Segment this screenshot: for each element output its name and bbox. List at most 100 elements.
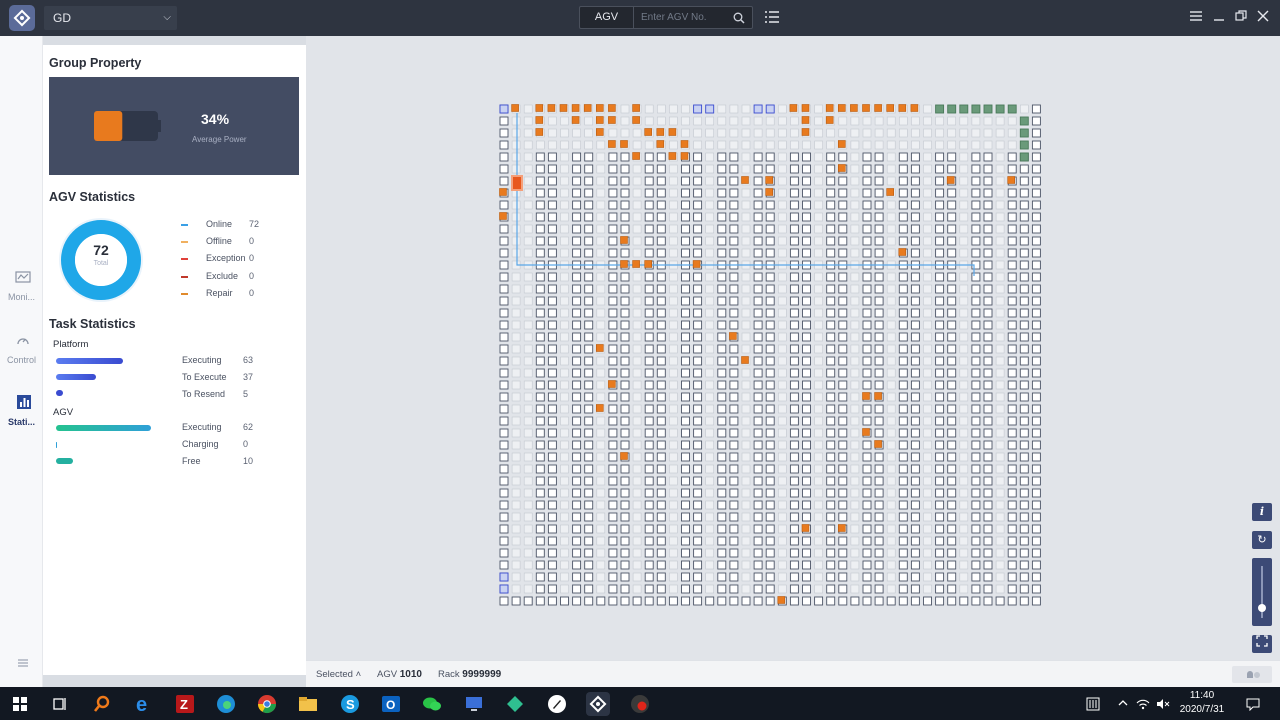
- charger-slot: [983, 104, 993, 114]
- task-value: 37: [243, 372, 254, 382]
- group-select[interactable]: GD ⌵: [44, 6, 177, 30]
- edge-browser-icon[interactable]: [214, 692, 238, 716]
- agv-marker: [801, 524, 810, 532]
- tray-expand-icon[interactable]: [1117, 697, 1129, 712]
- title-bar: GD ⌵ AGV Enter AGV No.: [0, 0, 1280, 36]
- agv-marker: [571, 116, 580, 124]
- agv-marker: [874, 104, 882, 112]
- selected-toggle[interactable]: Selected ˄: [316, 669, 361, 680]
- close-icon[interactable]: [1255, 9, 1271, 25]
- nav-item-label: Moni...: [7, 292, 35, 302]
- agv-search-box[interactable]: AGV Enter AGV No.: [579, 6, 753, 29]
- windows-taskbar: e Z S O 11:40 2020/7/31: [0, 687, 1280, 720]
- nav-item-statistics[interactable]: Stati...: [0, 393, 43, 437]
- outlook-icon[interactable]: O: [379, 692, 403, 716]
- charging-station: [499, 104, 509, 114]
- agv-free-row: Free 10: [182, 456, 253, 468]
- agv-marker: [499, 212, 507, 220]
- agv-marker: [825, 116, 834, 124]
- app-icon-rocket[interactable]: [545, 692, 569, 716]
- agv-marker: [535, 128, 544, 136]
- taskbar-clock[interactable]: 11:40 2020/7/31: [1170, 689, 1234, 717]
- nav-item-control[interactable]: Control: [0, 331, 43, 375]
- task-view-icon[interactable]: [48, 692, 72, 716]
- info-icon[interactable]: i: [1252, 503, 1272, 521]
- legend-swatch: [181, 258, 188, 260]
- monitor-icon: [15, 271, 31, 283]
- charger-slot: [1019, 152, 1029, 162]
- alarm-toggle[interactable]: [1232, 666, 1272, 683]
- agv-search-input[interactable]: Enter AGV No.: [641, 7, 707, 28]
- svg-text:S: S: [346, 697, 355, 712]
- network-icon[interactable]: [1136, 697, 1150, 714]
- chrome-browser-icon[interactable]: [255, 692, 279, 716]
- agv-marker: [729, 332, 737, 340]
- platform-executing-row: Executing 63: [182, 355, 253, 367]
- list-icon[interactable]: [763, 8, 781, 26]
- task-label: Free: [182, 456, 201, 466]
- zoom-slider[interactable]: [1252, 558, 1272, 626]
- agv-executing-row: Executing 62: [182, 422, 253, 434]
- charger-slot: [935, 104, 945, 114]
- agv-marker: [632, 116, 640, 124]
- ie-browser-icon[interactable]: e: [132, 692, 156, 716]
- app-icon-green[interactable]: [503, 692, 527, 716]
- control-icon: [17, 338, 29, 345]
- search-icon[interactable]: [733, 11, 745, 29]
- agv-marker: [656, 128, 665, 136]
- input-method-icon[interactable]: [1086, 697, 1100, 714]
- agv-marker: [850, 104, 858, 112]
- agv-marker: [632, 152, 640, 160]
- agv-marker: [1007, 176, 1016, 184]
- search-app-icon[interactable]: [90, 692, 114, 716]
- agv-marker: [801, 128, 810, 136]
- fullscreen-icon[interactable]: [1252, 635, 1272, 653]
- charging-station: [765, 104, 775, 114]
- agv-marker: [571, 104, 580, 112]
- charger-slot: [959, 104, 969, 114]
- task-value: 10: [243, 456, 254, 466]
- warehouse-map[interactable]: i ↻: [306, 36, 1280, 660]
- platform-to-resend-bar: [56, 390, 63, 396]
- app-logo: [9, 5, 35, 31]
- task-value: 62: [243, 422, 254, 432]
- nav-item-monitor[interactable]: Moni...: [0, 268, 43, 312]
- agv-marker: [644, 260, 653, 268]
- task-value: 5: [243, 389, 249, 399]
- rack-label: Rack: [438, 669, 460, 680]
- skype-icon[interactable]: S: [338, 692, 362, 716]
- zoom-handle[interactable]: [1258, 604, 1266, 612]
- screen-recorder-icon[interactable]: [628, 692, 652, 716]
- agv-marker: [898, 248, 907, 256]
- volume-muted-icon[interactable]: [1156, 697, 1170, 714]
- agv-marker: [608, 380, 616, 388]
- file-explorer-icon[interactable]: [296, 692, 320, 716]
- legend-value: 72: [249, 219, 260, 229]
- notifications-icon[interactable]: [1246, 697, 1260, 714]
- legend-label: Repair: [206, 288, 233, 298]
- minimize-icon[interactable]: [1211, 9, 1227, 25]
- collapse-menu-icon[interactable]: [17, 656, 29, 674]
- search-type-select[interactable]: AGV: [580, 7, 634, 28]
- charger-slot: [1019, 116, 1029, 126]
- refresh-icon[interactable]: ↻: [1252, 531, 1272, 549]
- agv-marker: [595, 116, 604, 124]
- agv-marker: [862, 428, 870, 436]
- rack-grid[interactable]: [306, 36, 1280, 660]
- remote-desktop-icon[interactable]: [462, 692, 486, 716]
- statistics-icon: [17, 395, 31, 409]
- legend-label: Exception: [206, 253, 246, 263]
- agv-app-taskbar-icon[interactable]: [586, 692, 610, 716]
- charging-station: [499, 584, 509, 594]
- agv-marker: [595, 104, 604, 112]
- windows-start-icon[interactable]: [8, 692, 32, 716]
- task-label: Charging: [182, 439, 219, 449]
- agv-marker: [862, 392, 870, 400]
- agv-marker: [535, 104, 544, 112]
- menu-icon[interactable]: [1188, 9, 1204, 25]
- wechat-icon[interactable]: [420, 692, 444, 716]
- legend-value: 0: [249, 253, 255, 263]
- agv-executing-bar: [56, 425, 151, 431]
- restore-icon[interactable]: [1233, 9, 1249, 25]
- filezilla-icon[interactable]: Z: [173, 692, 197, 716]
